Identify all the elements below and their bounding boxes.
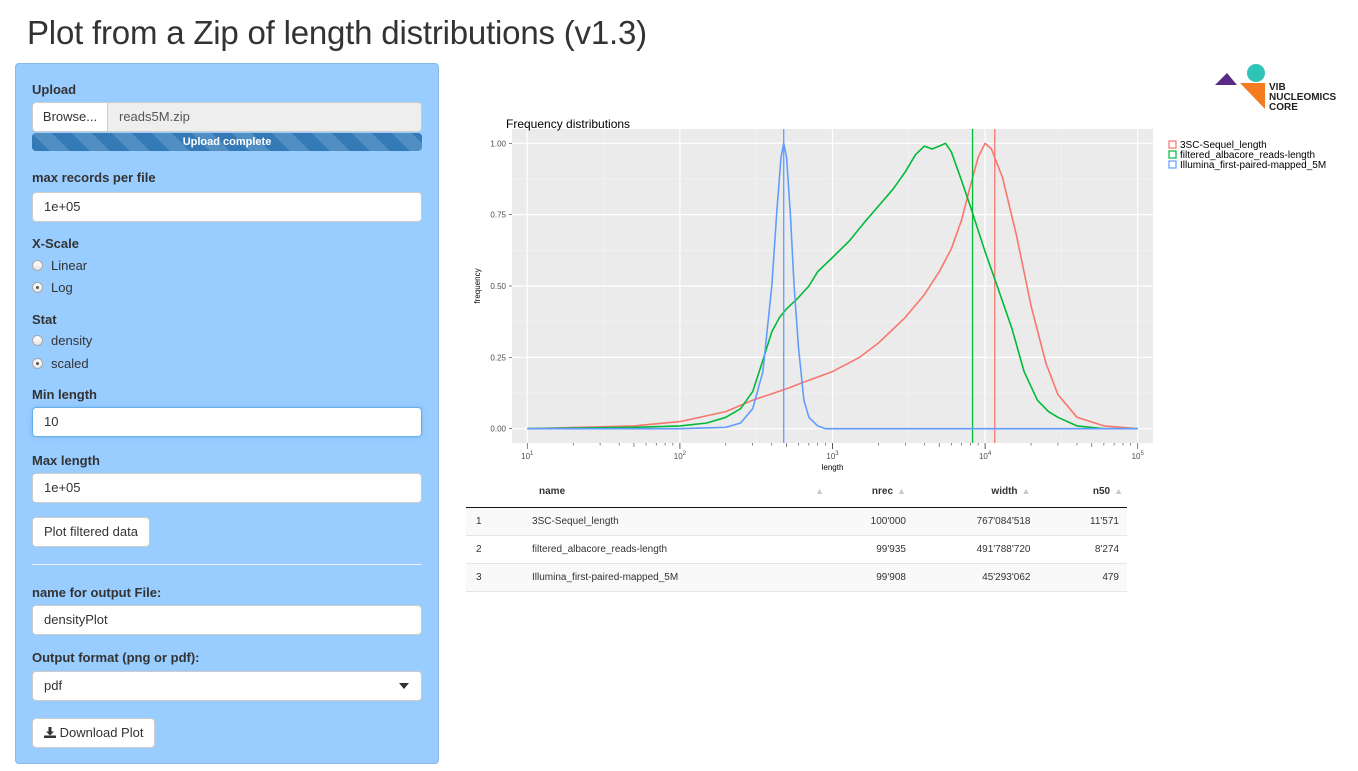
download-plot-label: Download Plot — [59, 725, 144, 740]
stat-radio-density[interactable]: density — [32, 333, 92, 348]
frequency-chart: 0.00 0.25 0.50 0.75 1.00 101 102 103 104 105 Frequ… — [473, 117, 1326, 472]
y-tick-label: 1.00 — [490, 139, 506, 148]
browse-button[interactable]: Browse... — [32, 102, 108, 132]
x-tick-label: 103 — [826, 451, 839, 461]
summary-table: name ▲ nrec ▲ width ▲ n50 ▲ 1 3SC-Sequel_leng… — [466, 477, 1127, 592]
xscale-radio-linear[interactable]: Linear — [32, 258, 87, 273]
xscale-option-linear: Linear — [51, 258, 88, 273]
column-header-nrec[interactable]: nrec ▲ — [825, 477, 916, 508]
plot-filtered-data-button[interactable]: Plot filtered data — [32, 517, 150, 547]
table-row[interactable]: 1 3SC-Sequel_length 100'000 767'084'518 11'5… — [466, 507, 1127, 536]
table-row[interactable]: 2 filtered_albacore_reads-length 99'935 491… — [466, 535, 1127, 564]
cell-index: 1 — [466, 507, 505, 536]
sidebar-panel: Upload Browse... reads5M.zip Upload comp… — [15, 63, 439, 764]
column-header-index — [466, 477, 505, 508]
chevron-down-icon — [399, 683, 409, 689]
page-title: Plot from a Zip of length distributions … — [27, 14, 647, 51]
x-tick-label: 104 — [979, 451, 992, 461]
x-tick-exponent: 3 — [835, 451, 839, 457]
cell-name: 3SC-Sequel_length — [504, 507, 826, 536]
y-tick-label: 0.75 — [490, 211, 506, 220]
sort-icon: ▲ — [1021, 486, 1031, 497]
min-length-input[interactable]: 10 — [32, 407, 422, 437]
y-tick-label: 0.25 — [490, 353, 506, 362]
xscale-option-log: Log — [51, 280, 73, 295]
column-header-width[interactable]: width ▲ — [915, 477, 1041, 508]
x-tick-label: 101 — [521, 451, 534, 461]
x-tick-label: 105 — [1132, 451, 1145, 461]
x-axis-label: length — [822, 463, 844, 472]
cell-n50: 8'274 — [1040, 535, 1127, 564]
stat-label: Stat — [32, 312, 57, 327]
divider — [32, 564, 422, 565]
cell-n50: 479 — [1040, 563, 1127, 592]
table-row[interactable]: 3 Illumina_first-paired-mapped_5M 99'908 45… — [466, 563, 1127, 592]
output-format-value: pdf — [44, 678, 63, 693]
x-tick-exponent: 2 — [683, 451, 687, 457]
legend-label-3: Illumina_first-paired-mapped_5M — [1180, 160, 1326, 171]
x-tick-exponent: 5 — [1141, 451, 1145, 457]
max-length-label: Max length — [32, 453, 100, 468]
download-plot-button[interactable]: Download Plot — [32, 718, 156, 748]
cell-n50: 11'571 — [1040, 507, 1127, 536]
upload-progress-bar: Upload complete — [32, 133, 422, 151]
output-format-select[interactable]: pdf — [32, 671, 422, 701]
column-nrec-label: nrec — [871, 486, 894, 498]
cell-name: Illumina_first-paired-mapped_5M — [504, 563, 826, 592]
max-records-input[interactable]: 1e+05 — [32, 192, 422, 222]
column-n50-label: n50 — [1092, 486, 1111, 498]
legend-key-3 — [1168, 160, 1177, 169]
cell-name: filtered_albacore_reads-length — [504, 535, 826, 564]
stat-radio-scaled[interactable]: scaled — [32, 356, 89, 371]
radio-checked-icon — [32, 282, 43, 293]
cell-nrec: 99'935 — [825, 535, 916, 564]
radio-icon — [32, 335, 43, 346]
chart-title: Frequency distributions — [506, 117, 630, 131]
max-records-label: max records per file — [32, 170, 156, 185]
x-tick-exponent: 1 — [530, 451, 534, 457]
cell-nrec: 100'000 — [825, 507, 916, 536]
sort-icon: ▲ — [815, 486, 825, 497]
cell-width: 491'788'720 — [915, 535, 1041, 564]
sort-icon: ▲ — [1114, 486, 1123, 497]
output-name-input[interactable]: densityPlot — [32, 605, 422, 635]
sort-icon: ▲ — [897, 486, 906, 497]
min-length-label: Min length — [32, 387, 97, 402]
cell-index: 3 — [466, 563, 505, 592]
cell-nrec: 99'908 — [825, 563, 916, 592]
column-header-n50[interactable]: n50 ▲ — [1040, 477, 1127, 508]
output-name-label: name for output File: — [32, 585, 162, 600]
column-width-label: width — [991, 486, 1018, 498]
cell-width: 45'293'062 — [915, 563, 1041, 592]
max-length-input[interactable]: 1e+05 — [32, 473, 422, 503]
output-format-label: Output format (png or pdf): — [32, 650, 200, 665]
radio-checked-icon — [32, 358, 43, 369]
cell-width: 767'084'518 — [915, 507, 1041, 536]
table-header-row: name ▲ nrec ▲ width ▲ n50 ▲ — [466, 477, 1127, 508]
cell-index: 2 — [466, 535, 505, 564]
column-header-name[interactable]: name ▲ — [504, 477, 826, 508]
y-tick-label: 0.50 — [490, 282, 506, 291]
download-icon — [44, 727, 56, 738]
y-tick-label: 0.00 — [490, 425, 506, 434]
legend-key-2 — [1168, 150, 1177, 159]
radio-icon — [32, 260, 43, 271]
xscale-radio-log[interactable]: Log — [32, 280, 73, 295]
column-name-label: name — [539, 486, 566, 498]
upload-label: Upload — [32, 82, 77, 97]
stat-option-density: density — [51, 333, 93, 348]
x-tick-label: 102 — [674, 451, 687, 461]
stat-option-scaled: scaled — [51, 356, 89, 371]
y-axis-label: frequency — [473, 268, 482, 303]
legend-key-1 — [1168, 140, 1177, 149]
upload-filename-field: reads5M.zip — [107, 102, 422, 132]
x-tick-exponent: 4 — [988, 451, 992, 457]
xscale-label: X-Scale — [32, 236, 79, 251]
